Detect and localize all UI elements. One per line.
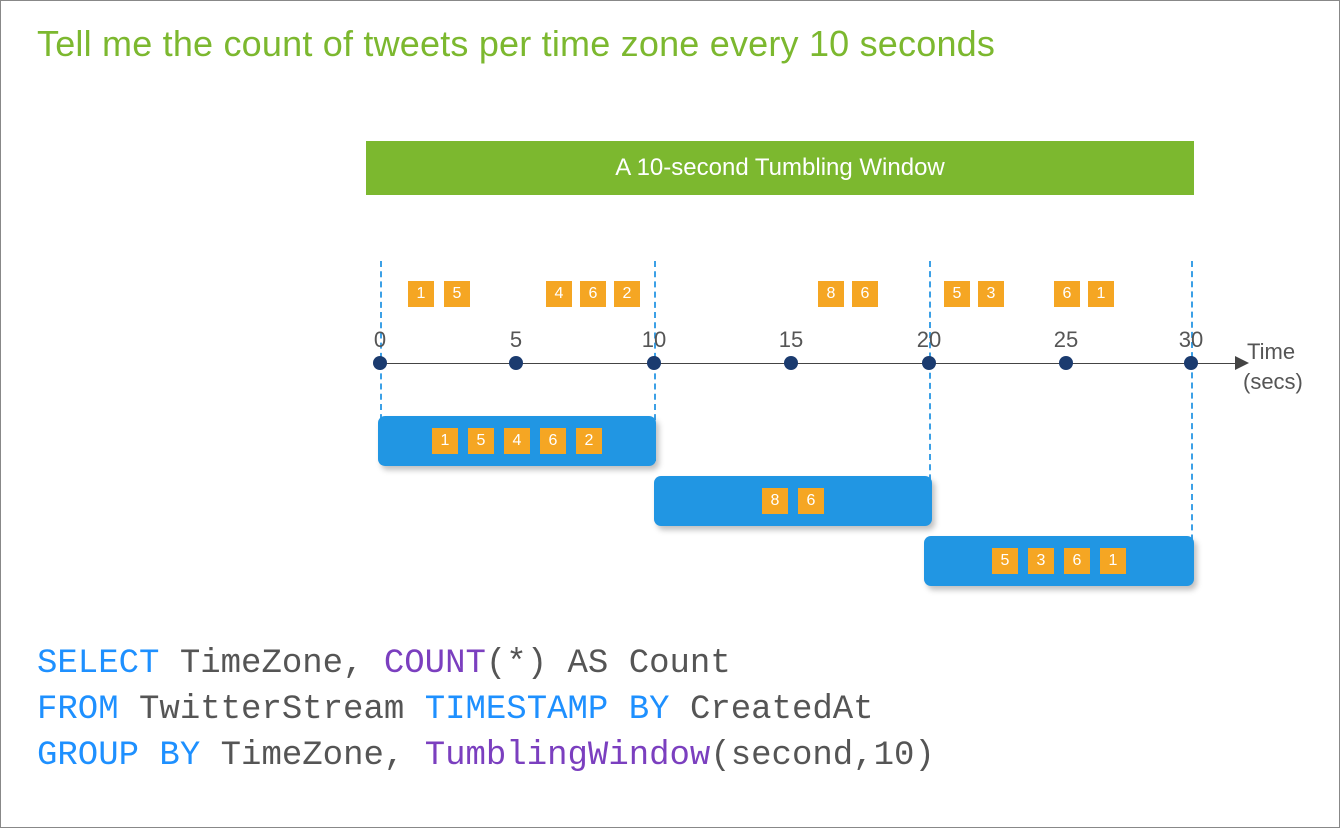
- windowed-event: 5: [992, 548, 1018, 574]
- stream-event: 1: [408, 281, 434, 307]
- kw-group: GROUP: [37, 737, 139, 775]
- windowed-event: 5: [468, 428, 494, 454]
- tick-label: 30: [1179, 327, 1203, 353]
- stream-event: 6: [852, 281, 878, 307]
- stream-event: 4: [546, 281, 572, 307]
- kw-tumblingwindow: TumblingWindow: [425, 737, 711, 775]
- stream-event: 3: [978, 281, 1004, 307]
- kw-count: COUNT: [384, 645, 486, 683]
- sql-query: SELECT TimeZone, COUNT(*) AS Count FROM …: [37, 642, 935, 780]
- windowed-event: 1: [1100, 548, 1126, 574]
- stream-event: 8: [818, 281, 844, 307]
- tumbling-window: 86: [654, 476, 932, 526]
- tick-dot: [647, 356, 661, 370]
- page-title: Tell me the count of tweets per time zon…: [37, 23, 995, 65]
- kw-from: FROM: [37, 691, 119, 729]
- tick-dot: [922, 356, 936, 370]
- windowed-event: 6: [540, 428, 566, 454]
- tumbling-window: 15462: [378, 416, 656, 466]
- timeline-diagram: 051015202530Time(secs)154628653611546286…: [366, 261, 1246, 621]
- tick-dot: [1059, 356, 1073, 370]
- tick-label: 25: [1054, 327, 1078, 353]
- windowed-event: 2: [576, 428, 602, 454]
- stream-event: 6: [1054, 281, 1080, 307]
- windowed-event: 6: [1064, 548, 1090, 574]
- tick-dot: [373, 356, 387, 370]
- windowed-event: 1: [432, 428, 458, 454]
- tick-dot: [1184, 356, 1198, 370]
- tick-label: 0: [374, 327, 386, 353]
- stream-event: 2: [614, 281, 640, 307]
- code-text: TimeZone,: [159, 645, 383, 683]
- code-text: (*) AS Count: [486, 645, 731, 683]
- code-text: TimeZone,: [200, 737, 424, 775]
- kw-select: SELECT: [37, 645, 159, 683]
- window-banner: A 10-second Tumbling Window: [366, 141, 1194, 195]
- stream-event: 5: [944, 281, 970, 307]
- tick-dot: [784, 356, 798, 370]
- kw-by: BY: [608, 691, 669, 729]
- axis-label: (secs): [1243, 369, 1303, 395]
- window-boundary-line: [1191, 261, 1193, 581]
- code-text: CreatedAt: [670, 691, 874, 729]
- stream-event: 1: [1088, 281, 1114, 307]
- windowed-event: 8: [762, 488, 788, 514]
- stream-event: 5: [444, 281, 470, 307]
- windowed-event: 3: [1028, 548, 1054, 574]
- diagram-frame: Tell me the count of tweets per time zon…: [0, 0, 1340, 828]
- tumbling-window: 5361: [924, 536, 1194, 586]
- kw-timestamp: TIMESTAMP: [425, 691, 609, 729]
- stream-event: 6: [580, 281, 606, 307]
- tick-label: 20: [917, 327, 941, 353]
- tick-label: 15: [779, 327, 803, 353]
- kw-by: BY: [139, 737, 200, 775]
- code-text: TwitterStream: [119, 691, 425, 729]
- windowed-event: 4: [504, 428, 530, 454]
- axis-label: Time: [1247, 339, 1295, 365]
- tick-label: 5: [510, 327, 522, 353]
- tick-dot: [509, 356, 523, 370]
- code-text: (second,10): [710, 737, 934, 775]
- windowed-event: 6: [798, 488, 824, 514]
- tick-label: 10: [642, 327, 666, 353]
